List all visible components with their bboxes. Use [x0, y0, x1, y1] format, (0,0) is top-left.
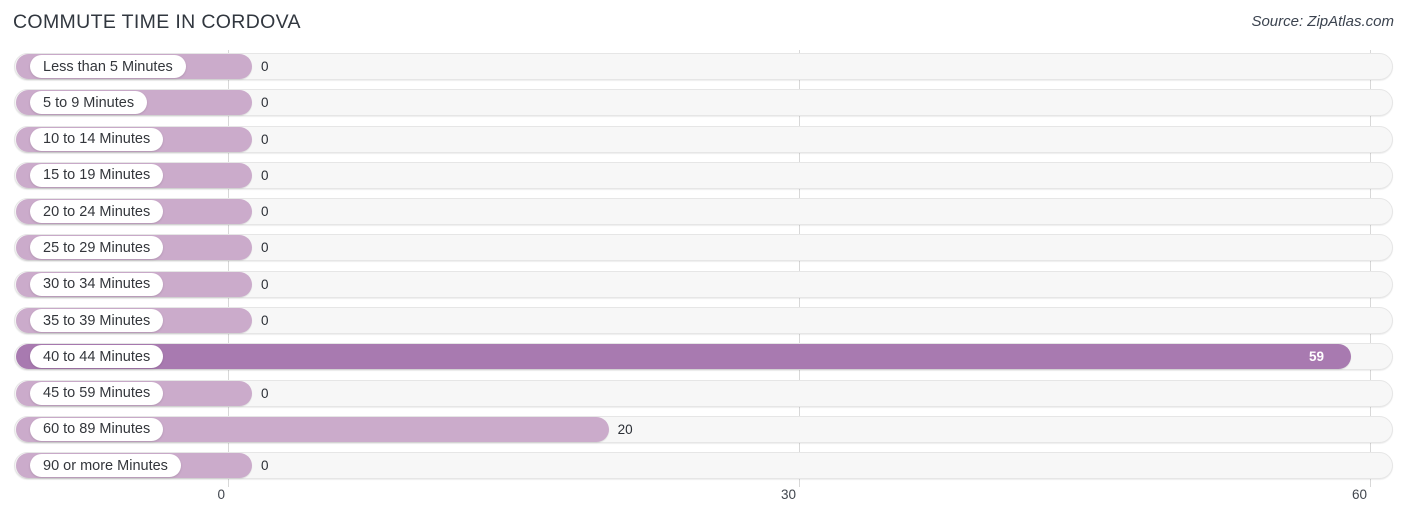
bar-value-label: 59	[1308, 349, 1324, 365]
bar-label-pill[interactable]: 45 to 59 Minutes	[30, 381, 164, 405]
bar-label-text: 60 to 89 Minutes	[43, 421, 151, 438]
bar-row: 5 to 9 Minutes 0	[0, 86, 1406, 122]
x-axis: 0 30 60	[0, 487, 1406, 523]
bar-label-pill[interactable]: 5 to 9 Minutes	[30, 91, 148, 115]
bar-label-pill[interactable]: 10 to 14 Minutes	[30, 127, 164, 151]
bar-value-label: 0	[261, 385, 269, 401]
bar-label-pill[interactable]: 30 to 34 Minutes	[30, 272, 164, 296]
bar-label-text: 40 to 44 Minutes	[43, 348, 151, 365]
bar-label-text: 35 to 39 Minutes	[43, 312, 151, 329]
bar-row: 20 to 24 Minutes 0	[0, 195, 1406, 231]
bar-value-label: 0	[261, 240, 269, 256]
bar-value-label: 0	[261, 276, 269, 292]
bar-label-pill[interactable]: Less than 5 Minutes	[30, 55, 186, 78]
bar-row: 30 to 34 Minutes 0	[0, 268, 1406, 304]
bar-row: Less than 5 Minutes 0	[0, 50, 1406, 86]
bar-label-pill[interactable]: 40 to 44 Minutes	[30, 345, 164, 369]
bar-label-pill[interactable]: 90 or more Minutes	[30, 454, 181, 478]
bar-label-pill[interactable]: 20 to 24 Minutes	[30, 200, 164, 224]
bar-row: 90 or more Minutes 0	[0, 449, 1406, 485]
bar-value-label: 0	[261, 131, 269, 147]
bar-value-label: 0	[261, 313, 269, 329]
bar-value-label: 0	[261, 167, 269, 183]
bar-label-text: 25 to 29 Minutes	[43, 239, 151, 256]
bar-label-text: 5 to 9 Minutes	[43, 94, 135, 111]
chart-page: COMMUTE TIME IN CORDOVA Source: ZipAtlas…	[0, 0, 1406, 523]
bar-label-pill[interactable]: 35 to 39 Minutes	[30, 309, 164, 333]
x-axis-tick-30: 30	[780, 487, 796, 502]
bar-value-label: 0	[261, 204, 269, 220]
bar-value-label: 0	[261, 95, 269, 111]
bar-row: 45 to 59 Minutes 0	[0, 377, 1406, 413]
bar-label-text: 20 to 24 Minutes	[43, 203, 151, 220]
bar-label-text: 30 to 34 Minutes	[43, 276, 151, 293]
bar-value-label: 0	[261, 59, 269, 74]
bar-rows: Less than 5 Minutes 0 5 to 9 Minutes 0 10 to…	[0, 50, 1406, 486]
x-axis-tick-60: 60	[1351, 487, 1367, 502]
bar-row: 60 to 89 Minutes 20	[0, 413, 1406, 449]
bar-row: 15 to 19 Minutes 0	[0, 159, 1406, 195]
bar-row: 25 to 29 Minutes 0	[0, 231, 1406, 267]
bar-value-label: 0	[261, 458, 269, 474]
bar-label-text: 10 to 14 Minutes	[43, 131, 151, 148]
bar-row: 10 to 14 Minutes 0	[0, 123, 1406, 159]
plot-area: Less than 5 Minutes 0 5 to 9 Minutes 0 10 to…	[0, 50, 1406, 487]
bar-label-text: 15 to 19 Minutes	[43, 167, 151, 184]
bar-label-pill[interactable]: 25 to 29 Minutes	[30, 236, 164, 260]
bar-row: 35 to 39 Minutes 0	[0, 304, 1406, 340]
bar-label-text: 45 to 59 Minutes	[43, 385, 151, 402]
page-title: COMMUTE TIME IN CORDOVA	[13, 11, 301, 33]
bar-label-pill[interactable]: 60 to 89 Minutes	[30, 417, 164, 441]
bar-label-pill[interactable]: 15 to 19 Minutes	[30, 163, 164, 187]
bar-row: 40 to 44 Minutes 59	[0, 340, 1406, 376]
bar	[16, 344, 1351, 370]
source-attribution: Source: ZipAtlas.com	[1251, 13, 1394, 30]
x-axis-tick-0: 0	[217, 487, 225, 502]
bar-value-label: 20	[617, 421, 633, 437]
bar-label-text: 90 or more Minutes	[43, 457, 168, 474]
bar-label-text: Less than 5 Minutes	[43, 58, 173, 75]
